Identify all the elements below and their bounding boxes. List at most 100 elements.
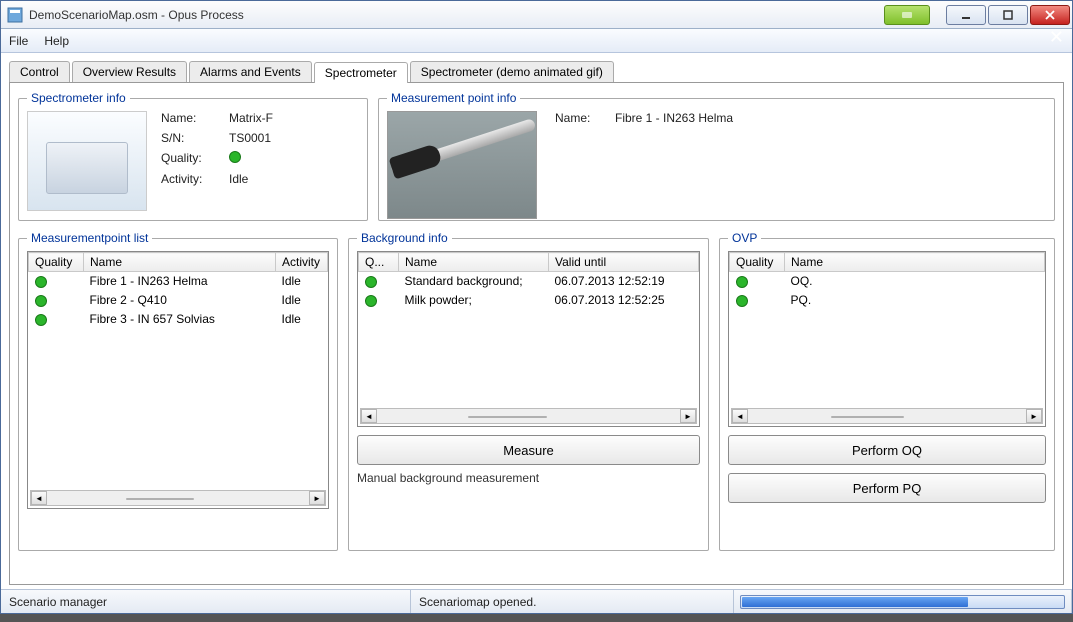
col-name[interactable]: Name bbox=[399, 253, 549, 272]
menu-bar: File Help bbox=[1, 29, 1072, 53]
cell-name: Fibre 1 - IN263 Helma bbox=[84, 272, 276, 291]
title-bar: DemoScenarioMap.osm - Opus Process bbox=[1, 1, 1072, 29]
tab-control[interactable]: Control bbox=[9, 61, 70, 82]
status-dot-icon bbox=[229, 151, 241, 163]
cell-name: Milk powder; bbox=[399, 291, 549, 310]
status-pane-mid: Scenariomap opened. bbox=[411, 590, 734, 613]
app-window: DemoScenarioMap.osm - Opus Process ✕ Fil… bbox=[0, 0, 1073, 614]
scroll-right-icon[interactable]: ► bbox=[1026, 409, 1042, 423]
window-buttons bbox=[882, 5, 1070, 25]
help-hint-button[interactable] bbox=[884, 5, 930, 25]
col-name[interactable]: Name bbox=[84, 253, 276, 272]
bg-note: Manual background measurement bbox=[357, 471, 700, 485]
status-dot-icon bbox=[35, 276, 47, 288]
cell-valid: 06.07.2013 12:52:19 bbox=[549, 272, 699, 291]
group-measurement-point-info: Measurement point info Name: Fibre 1 - I… bbox=[378, 91, 1055, 221]
legend-bg-info: Background info bbox=[357, 231, 452, 245]
cell-name: PQ. bbox=[785, 291, 1045, 310]
col-name[interactable]: Name bbox=[785, 253, 1045, 272]
ovp-list-view[interactable]: Quality Name OQ. PQ. ◄ ► bbox=[728, 251, 1046, 427]
table-row[interactable]: Fibre 1 - IN263 HelmaIdle bbox=[29, 272, 328, 291]
value-activity: Idle bbox=[229, 172, 273, 186]
horizontal-scrollbar[interactable]: ◄ ► bbox=[30, 490, 326, 506]
tab-strip: Control Overview Results Alarms and Even… bbox=[9, 61, 1064, 83]
label-name: Name: bbox=[161, 111, 229, 125]
mp-list-view[interactable]: Quality Name Activity Fibre 1 - IN263 He… bbox=[27, 251, 329, 509]
label-mp-name: Name: bbox=[555, 111, 615, 125]
tab-spectrometer[interactable]: Spectrometer bbox=[314, 62, 408, 83]
col-q[interactable]: Q... bbox=[359, 253, 399, 272]
value-quality bbox=[229, 151, 273, 166]
table-row[interactable]: Milk powder;06.07.2013 12:52:25 bbox=[359, 291, 699, 310]
legend-mp-info: Measurement point info bbox=[387, 91, 520, 105]
label-quality: Quality: bbox=[161, 151, 229, 166]
scroll-thumb[interactable] bbox=[468, 416, 547, 418]
status-bar: Scenario manager Scenariomap opened. bbox=[1, 589, 1072, 613]
maximize-button[interactable] bbox=[988, 5, 1028, 25]
content-area: Control Overview Results Alarms and Even… bbox=[1, 53, 1072, 589]
menu-help[interactable]: Help bbox=[44, 34, 69, 48]
status-dot-icon bbox=[365, 276, 377, 288]
col-activity[interactable]: Activity bbox=[276, 253, 328, 272]
status-dot-icon bbox=[736, 276, 748, 288]
perform-pq-button[interactable]: Perform PQ bbox=[728, 473, 1046, 503]
group-background-info: Background info Q... Name Valid until St… bbox=[348, 231, 709, 551]
status-pane-left: Scenario manager bbox=[1, 590, 411, 613]
label-sn: S/N: bbox=[161, 131, 229, 145]
scroll-thumb[interactable] bbox=[831, 416, 903, 418]
status-pane-progress bbox=[734, 590, 1072, 613]
minimize-button[interactable] bbox=[946, 5, 986, 25]
legend-spectrometer-info: Spectrometer info bbox=[27, 91, 130, 105]
cell-activity: Idle bbox=[276, 310, 328, 329]
tab-overview-results[interactable]: Overview Results bbox=[72, 61, 187, 82]
table-row[interactable]: Fibre 2 - Q410Idle bbox=[29, 291, 328, 310]
scroll-thumb[interactable] bbox=[126, 498, 194, 500]
spectrometer-props: Name: Matrix-F S/N: TS0001 Quality: Acti… bbox=[161, 111, 273, 186]
scroll-left-icon[interactable]: ◄ bbox=[31, 491, 47, 505]
window-title: DemoScenarioMap.osm - Opus Process bbox=[29, 8, 882, 22]
bg-list-view[interactable]: Q... Name Valid until Standard backgroun… bbox=[357, 251, 700, 427]
app-icon bbox=[7, 7, 23, 23]
scroll-right-icon[interactable]: ► bbox=[680, 409, 696, 423]
progress-bar bbox=[740, 595, 1065, 609]
table-row[interactable]: Fibre 3 - IN 657 SolviasIdle bbox=[29, 310, 328, 329]
spectrometer-image bbox=[27, 111, 147, 211]
probe-image bbox=[387, 111, 537, 219]
perform-oq-button[interactable]: Perform OQ bbox=[728, 435, 1046, 465]
status-dot-icon bbox=[35, 295, 47, 307]
status-dot-icon bbox=[736, 295, 748, 307]
col-quality[interactable]: Quality bbox=[29, 253, 84, 272]
cell-name: Fibre 3 - IN 657 Solvias bbox=[84, 310, 276, 329]
table-row[interactable]: OQ. bbox=[730, 272, 1045, 291]
scroll-left-icon[interactable]: ◄ bbox=[732, 409, 748, 423]
col-quality[interactable]: Quality bbox=[730, 253, 785, 272]
value-sn: TS0001 bbox=[229, 131, 273, 145]
cell-name: OQ. bbox=[785, 272, 1045, 291]
tab-spectrometer-demo[interactable]: Spectrometer (demo animated gif) bbox=[410, 61, 614, 82]
horizontal-scrollbar[interactable]: ◄ ► bbox=[731, 408, 1043, 424]
group-ovp: OVP Quality Name OQ. PQ. bbox=[719, 231, 1055, 551]
cell-name: Fibre 2 - Q410 bbox=[84, 291, 276, 310]
scroll-left-icon[interactable]: ◄ bbox=[361, 409, 377, 423]
status-dot-icon bbox=[35, 314, 47, 326]
measure-button[interactable]: Measure bbox=[357, 435, 700, 465]
table-row[interactable]: PQ. bbox=[730, 291, 1045, 310]
group-spectrometer-info: Spectrometer info Name: Matrix-F S/N: TS… bbox=[18, 91, 368, 221]
horizontal-scrollbar[interactable]: ◄ ► bbox=[360, 408, 697, 424]
table-row[interactable]: Standard background;06.07.2013 12:52:19 bbox=[359, 272, 699, 291]
cell-activity: Idle bbox=[276, 272, 328, 291]
value-name: Matrix-F bbox=[229, 111, 273, 125]
legend-ovp: OVP bbox=[728, 231, 761, 245]
close-button[interactable] bbox=[1030, 5, 1070, 25]
label-activity: Activity: bbox=[161, 172, 229, 186]
legend-mp-list: Measurementpoint list bbox=[27, 231, 152, 245]
tab-alarms-events[interactable]: Alarms and Events bbox=[189, 61, 312, 82]
cell-valid: 06.07.2013 12:52:25 bbox=[549, 291, 699, 310]
col-valid[interactable]: Valid until bbox=[549, 253, 699, 272]
menu-file[interactable]: File bbox=[9, 34, 28, 48]
scroll-right-icon[interactable]: ► bbox=[309, 491, 325, 505]
group-mp-list: Measurementpoint list Quality Name Activ… bbox=[18, 231, 338, 551]
value-mp-name: Fibre 1 - IN263 Helma bbox=[615, 111, 733, 125]
tab-pane-spectrometer: Spectrometer info Name: Matrix-F S/N: TS… bbox=[9, 83, 1064, 585]
cell-name: Standard background; bbox=[399, 272, 549, 291]
